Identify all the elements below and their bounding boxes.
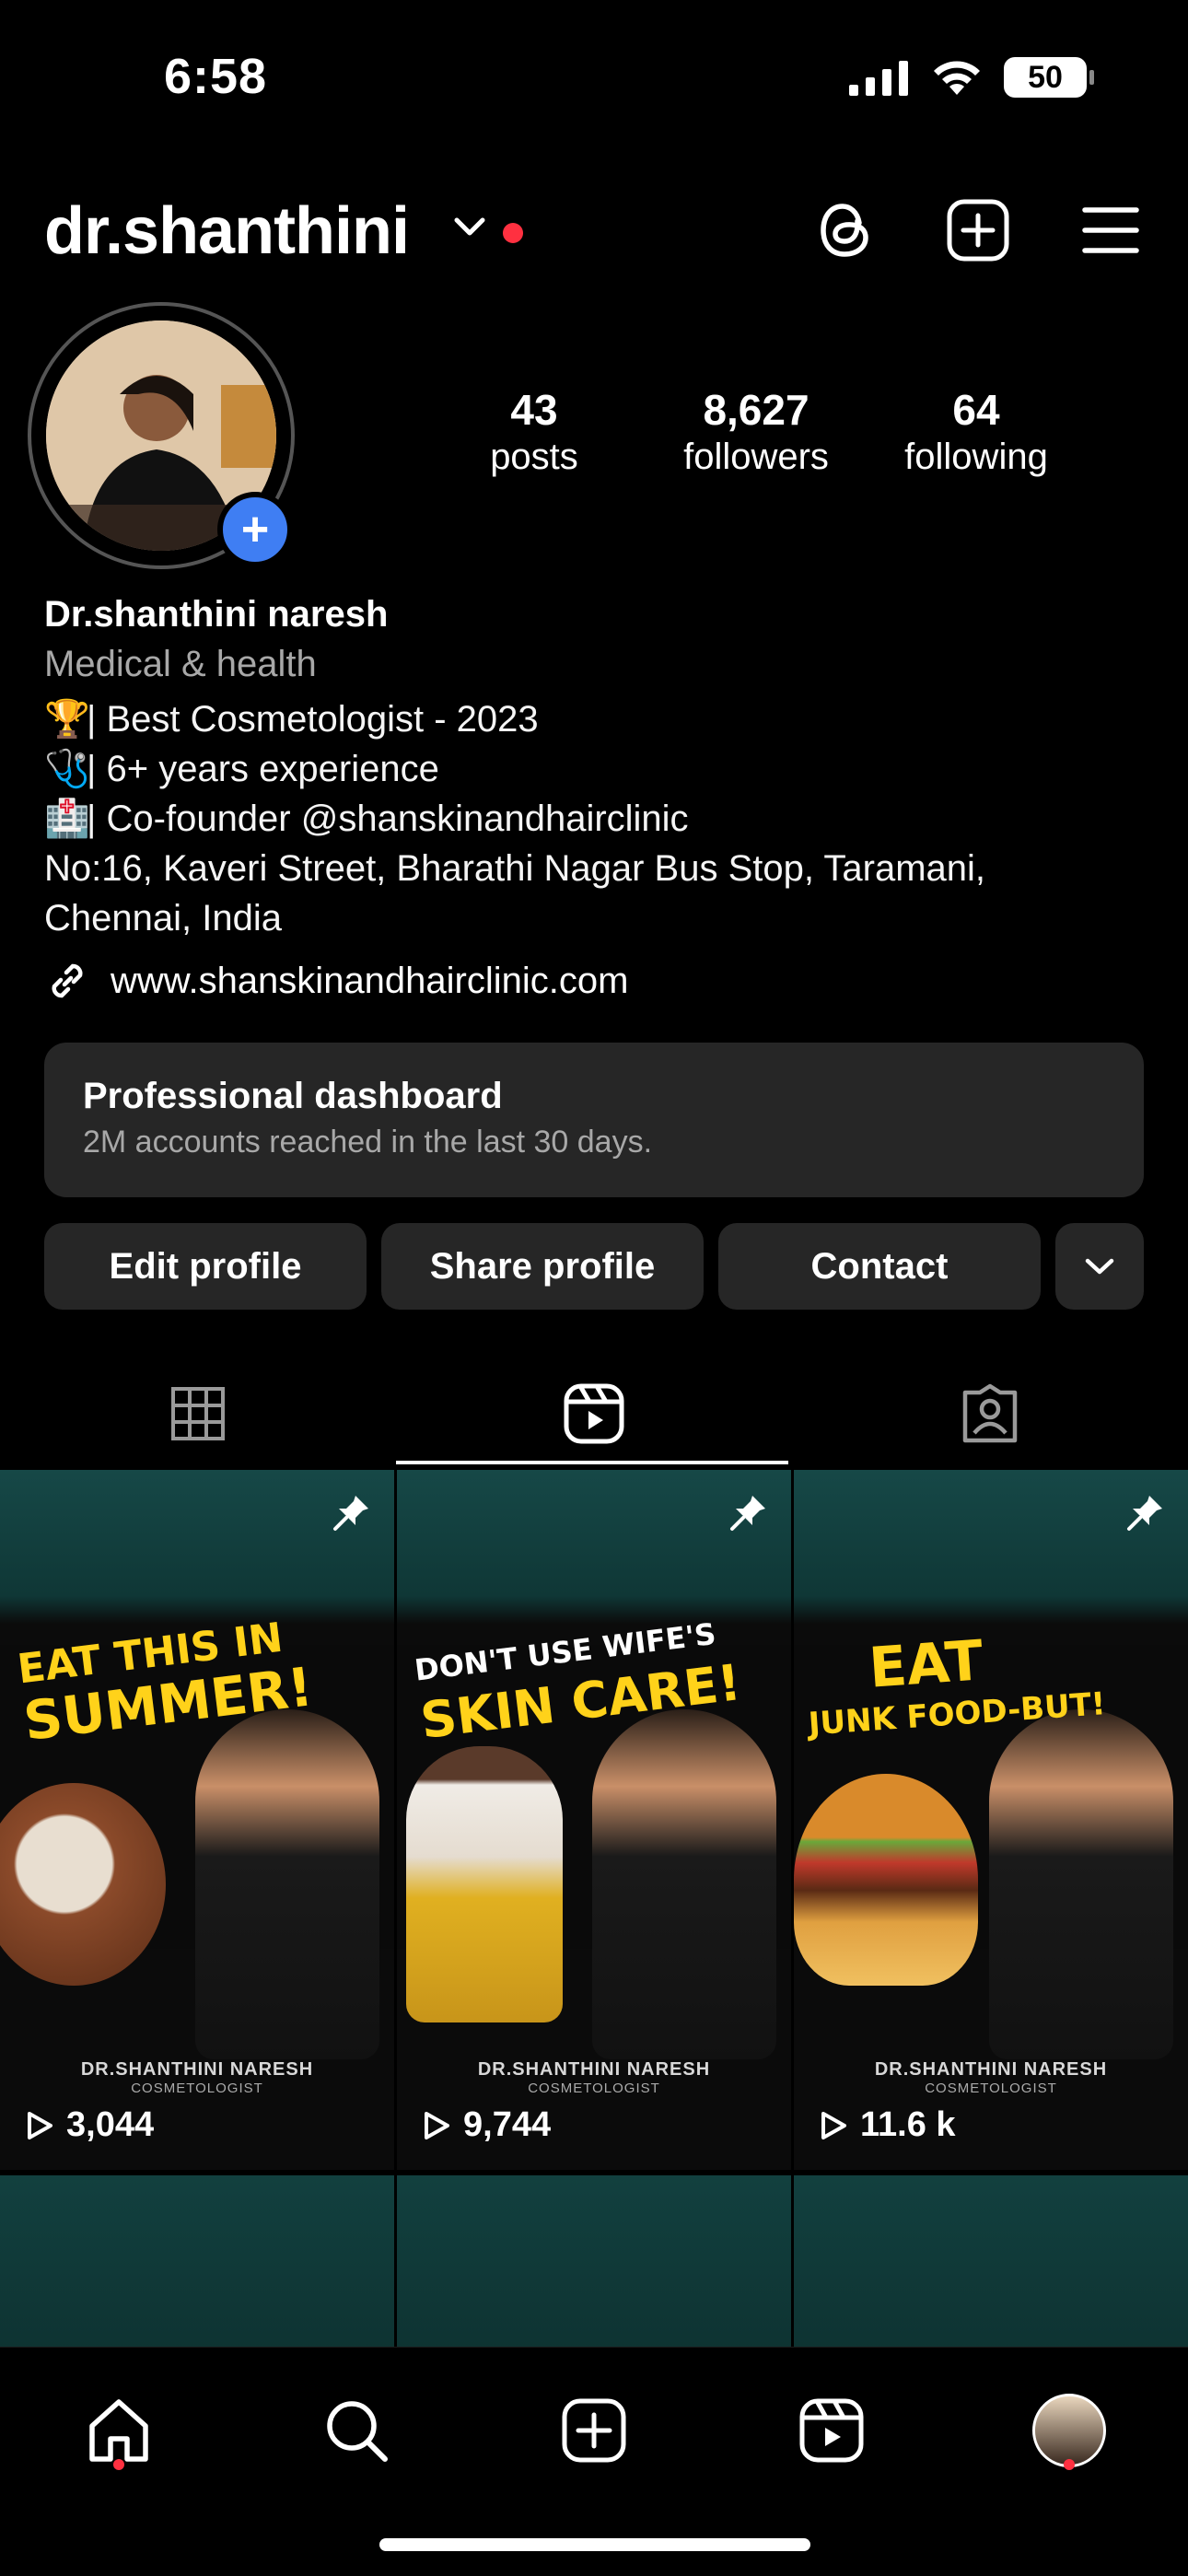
active-tab-indicator xyxy=(396,1461,788,1464)
bio-address-line2: Chennai, India xyxy=(44,898,282,938)
tab-tagged[interactable] xyxy=(792,1363,1188,1464)
bio-text: | 6+ years experience xyxy=(87,749,439,789)
link-icon xyxy=(52,963,83,998)
profile-avatar xyxy=(1032,2394,1106,2467)
reel-tile[interactable] xyxy=(397,2175,791,2350)
grid-icon xyxy=(171,1387,225,1440)
reel-tile[interactable]: DON'T USE WIFE'S SKIN CARE! DR.SHANTHINI… xyxy=(397,1470,791,2170)
dashboard-title: Professional dashboard xyxy=(83,1076,503,1116)
stethoscope-icon: 🩺 xyxy=(44,749,90,789)
reels-icon xyxy=(799,2398,864,2463)
bio-text[interactable]: | Co-founder @shanskinandhairclinic xyxy=(87,798,689,839)
chevron-down-icon[interactable] xyxy=(453,216,486,238)
bio-text: | Best Cosmetologist - 2023 xyxy=(87,699,539,740)
home-indicator[interactable] xyxy=(379,2538,810,2551)
notification-dot xyxy=(503,223,523,243)
reel-tile[interactable]: EAT THIS IN SUMMER! DR.SHANTHINI NARESH C… xyxy=(0,1470,394,2170)
presenter-image xyxy=(195,1709,379,2059)
reels-icon xyxy=(564,1383,624,1444)
reel-view-count: 11.6 k xyxy=(820,2105,956,2145)
pin-icon xyxy=(1127,1496,1162,1531)
threads-icon[interactable] xyxy=(810,195,880,265)
reel-tile[interactable]: EAT JUNK FOOD-BUT! DR.SHANTHINI NARESH CO… xyxy=(794,1470,1188,2170)
nav-reels[interactable] xyxy=(781,2380,882,2481)
wifi-icon xyxy=(934,61,980,95)
tab-grid[interactable] xyxy=(0,1363,396,1464)
posts-count[interactable]: 43 posts xyxy=(451,385,617,478)
reel-caption: DR.SHANTHINI NARESH COSMETOLOGIST xyxy=(874,2059,1108,2096)
presenter-image xyxy=(989,1709,1173,2059)
contact-button[interactable]: Contact xyxy=(718,1223,1041,1310)
burger-image xyxy=(794,1774,978,1986)
professional-dashboard[interactable]: Professional dashboard 2M accounts reach… xyxy=(44,1043,1144,1197)
home-notification-dot xyxy=(113,2459,124,2470)
reel-view-count: 9,744 xyxy=(423,2105,551,2145)
dashboard-subtitle: 2M accounts reached in the last 30 days. xyxy=(83,1125,653,1160)
tagged-icon xyxy=(962,1383,1018,1443)
add-story-button[interactable]: + xyxy=(217,492,293,567)
play-icon xyxy=(821,2111,846,2139)
account-username[interactable]: dr.shanthini xyxy=(44,193,410,269)
website-url[interactable]: www.shanskinandhairclinic.com xyxy=(111,961,628,1002)
new-post-icon[interactable] xyxy=(943,195,1013,265)
face-mask-woman-image xyxy=(406,1746,563,2022)
following-count[interactable]: 64 following xyxy=(884,385,1068,478)
website-link[interactable]: www.shanskinandhairclinic.com xyxy=(44,958,628,1004)
nav-search[interactable] xyxy=(306,2380,407,2481)
reel-headline: EAT JUNK FOOD-BUT! xyxy=(807,1628,1107,1743)
suggested-accounts-button[interactable] xyxy=(1055,1223,1144,1310)
followers-count[interactable]: 8,627 followers xyxy=(659,385,853,478)
profile-category: Medical & health xyxy=(44,644,317,684)
status-time: 6:58 xyxy=(164,49,268,104)
pin-icon xyxy=(730,1496,765,1531)
presenter-image xyxy=(592,1709,776,2059)
hospital-icon: 🏥 xyxy=(44,798,90,839)
battery-indicator: 50 xyxy=(1004,57,1094,98)
bio-address-line1: No:16, Kaveri Street, Bharathi Nagar Bus… xyxy=(44,848,986,889)
create-icon xyxy=(562,2398,626,2463)
home-icon xyxy=(89,2399,148,2462)
bio-line[interactable]: 🏥| Co-founder @shanskinandhairclinic xyxy=(44,794,689,844)
play-icon xyxy=(425,2111,449,2139)
trophy-icon: 🏆 xyxy=(44,699,90,740)
search-icon xyxy=(327,2401,388,2462)
nav-create[interactable] xyxy=(543,2380,645,2481)
bio-line: 🏆| Best Cosmetologist - 2023 xyxy=(44,694,539,744)
edit-profile-button[interactable]: Edit profile xyxy=(44,1223,367,1310)
reel-view-count: 3,044 xyxy=(26,2105,154,2145)
reel-caption: DR.SHANTHINI NARESH COSMETOLOGIST xyxy=(80,2059,314,2096)
share-profile-button[interactable]: Share profile xyxy=(381,1223,704,1310)
chevron-down-icon xyxy=(1085,1258,1114,1275)
profile-name: Dr.shanthini naresh xyxy=(44,594,389,635)
cellular-signal-icon xyxy=(849,61,908,96)
status-icons: 50 xyxy=(849,57,1094,98)
pin-icon xyxy=(333,1496,368,1531)
reel-tile[interactable] xyxy=(794,2175,1188,2350)
reel-tile[interactable] xyxy=(0,2175,394,2350)
reel-caption: DR.SHANTHINI NARESH COSMETOLOGIST xyxy=(477,2059,711,2096)
play-icon xyxy=(28,2111,52,2139)
tab-reels[interactable] xyxy=(396,1363,792,1464)
menu-icon[interactable] xyxy=(1076,195,1146,265)
profile-notification-dot xyxy=(1064,2459,1075,2470)
bio-line: 🩺| 6+ years experience xyxy=(44,744,439,794)
